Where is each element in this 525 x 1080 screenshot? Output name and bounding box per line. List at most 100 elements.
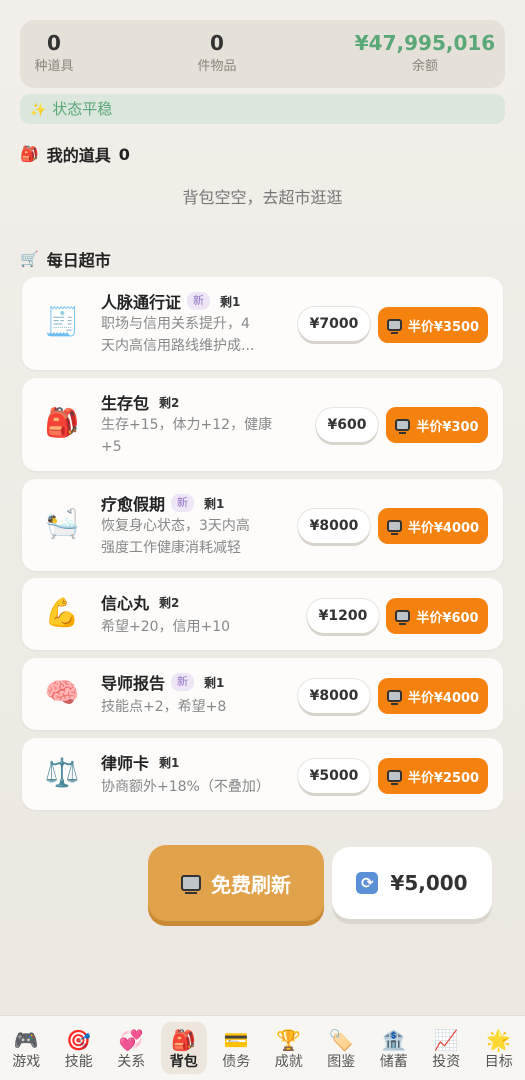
refresh-icon: ⟳ (356, 872, 379, 894)
item-desc-line: 恢复身心状态，3天内高 (101, 518, 250, 534)
tab-trophy[interactable]: 🏆 成就 (263, 1016, 316, 1080)
item-desc-line: 生存+15，体力+12，健康 (101, 417, 273, 433)
half-price-label: 半价¥300 (416, 419, 479, 435)
tab-star[interactable]: 🌟 目标 (473, 1016, 525, 1080)
buy-full-price-button[interactable]: ¥7000 (298, 307, 370, 341)
half-price-label: 半价¥2500 (407, 770, 480, 786)
paid-refresh-button[interactable]: ⟳ ¥5,000 (332, 847, 492, 919)
item-stock: 剩1 (220, 294, 241, 309)
new-badge: 新 (171, 673, 195, 691)
item-desc: 希望+20，信用+10 (101, 616, 230, 638)
tab-label: 投资 (432, 1054, 461, 1070)
stats-panel: 0 种道具 0 件物品 ¥47,995,016 余额 (20, 20, 505, 88)
shop-item-card: 🧾 人脉通行证新剩1 职场与信用关系提升，4 天内高信用路线维护成... ¥7000 半价… (22, 277, 503, 370)
tab-label: 背包 (169, 1054, 198, 1070)
buy-full-price-button[interactable]: ¥600 (316, 408, 378, 442)
half-price-label: 半价¥4000 (407, 520, 480, 536)
backpack-icon: 🎒 (171, 1028, 197, 1052)
tab-chart-up[interactable]: 📈 投资 (420, 1016, 473, 1080)
chart-up-icon: 📈 (433, 1028, 459, 1052)
item-desc-line: 职场与信用关系提升，4 (101, 316, 250, 332)
stat-value: 0 (47, 31, 61, 55)
item-desc: 恢复身心状态，3天内高 强度工作健康消耗减轻 (101, 515, 250, 559)
scales-icon: ⚖️ (44, 756, 80, 789)
hearts-icon: 💞 (118, 1028, 144, 1052)
item-desc: 协商额外+18%（不叠加） (101, 776, 270, 798)
buy-half-price-ad-button[interactable]: 半价¥600 (386, 598, 488, 634)
half-price-label: 半价¥600 (416, 610, 479, 626)
tab-target[interactable]: 🎯 技能 (53, 1016, 106, 1080)
stat-label: 余额 (411, 59, 438, 74)
tv-icon (386, 770, 402, 785)
tab-label: 游戏 (12, 1054, 41, 1070)
tv-icon (386, 690, 402, 705)
price-label: ¥7000 (309, 316, 359, 332)
item-desc-line: 强度工作健康消耗减轻 (101, 540, 241, 556)
item-desc-line: 技能点+2，希望+8 (101, 699, 227, 715)
inventory-empty-text: 背包空空，去超市逛逛 (182, 188, 343, 207)
item-desc-line: +5 (101, 439, 122, 455)
item-name: 信心丸 (101, 594, 150, 613)
free-refresh-button[interactable]: 免费刷新 (148, 845, 324, 921)
item-name: 疗愈假期 (101, 495, 166, 514)
inventory-header: 🎒 我的道具 0 (20, 142, 130, 166)
tab-backpack[interactable]: 🎒 背包 (158, 1016, 211, 1080)
item-stock: 剩1 (204, 496, 225, 511)
tab-gamepad[interactable]: 🎮 游戏 (0, 1016, 53, 1080)
backpack-icon: 🎒 (44, 406, 80, 439)
flexed-biceps-icon: 💪 (44, 596, 80, 629)
tab-hearts[interactable]: 💞 关系 (105, 1016, 158, 1080)
item-desc: 职场与信用关系提升，4 天内高信用路线维护成... (101, 313, 254, 357)
price-label: ¥1200 (318, 608, 368, 624)
item-name-row: 律师卡 剩1 (101, 750, 179, 774)
tab-credit-card[interactable]: 💳 债务 (210, 1016, 263, 1080)
price-label: ¥8000 (309, 518, 359, 534)
tab-label: 成就 (274, 1054, 303, 1070)
buy-half-price-ad-button[interactable]: 半价¥3500 (378, 307, 488, 343)
item-name-row: 疗愈假期新剩1 (101, 491, 224, 515)
star-icon: 🌟 (486, 1028, 512, 1052)
item-stock: 剩2 (159, 595, 180, 610)
tab-label: 债务 (222, 1054, 251, 1070)
stat-item-types: 0 种道具 (32, 30, 76, 78)
shop-item-card: 🎒 生存包 剩2 生存+15，体力+12，健康 +5 ¥600 半价¥300 (22, 378, 503, 471)
price-label: ¥5000 (309, 768, 359, 784)
bank-icon: 🏦 (381, 1028, 407, 1052)
item-desc-line: 希望+20，信用+10 (101, 619, 231, 635)
half-price-label: 半价¥3500 (407, 319, 480, 335)
item-stock: 剩2 (159, 395, 180, 410)
shop-header: 🛒 每日超市 (20, 247, 111, 271)
tv-icon (181, 875, 201, 894)
gamepad-icon: 🎮 (13, 1028, 39, 1052)
target-icon: 🎯 (66, 1028, 92, 1052)
stat-value: 0 (210, 31, 224, 55)
buy-half-price-ad-button[interactable]: 半价¥300 (386, 407, 488, 443)
bottom-tab-bar: 🎮 游戏 🎯 技能 💞 关系 🎒 背包 💳 债务 🏆 成就 🏷️ 图鉴 🏦 储蓄 📈 投资 🌟 目标 (0, 1015, 525, 1080)
stat-item-count: 0 件物品 (192, 30, 242, 78)
buy-full-price-button[interactable]: ¥1200 (307, 599, 379, 633)
new-badge: 新 (187, 292, 211, 310)
buy-full-price-button[interactable]: ¥5000 (298, 759, 370, 793)
buy-half-price-ad-button[interactable]: 半价¥4000 (378, 678, 488, 714)
tab-label: 技能 (64, 1054, 93, 1070)
inventory-count: 0 (118, 144, 130, 164)
tag-icon: 🏷️ (328, 1028, 354, 1052)
price-label: ¥8000 (309, 688, 359, 704)
shop-item-card: ⚖️ 律师卡 剩1 协商额外+18%（不叠加） ¥5000 半价¥2500 (22, 738, 503, 810)
status-text: 状态平稳 (52, 100, 113, 118)
buy-half-price-ad-button[interactable]: 半价¥4000 (378, 508, 488, 544)
item-desc-line: 协商额外+18%（不叠加） (101, 779, 270, 795)
item-desc: 技能点+2，希望+8 (101, 696, 226, 718)
shop-item-card: 💪 信心丸 剩2 希望+20，信用+10 ¥1200 半价¥600 (22, 578, 503, 650)
bathtub-icon: 🛀 (44, 507, 80, 540)
buy-full-price-button[interactable]: ¥8000 (298, 679, 370, 713)
tv-icon (386, 319, 402, 334)
tab-bank[interactable]: 🏦 储蓄 (368, 1016, 421, 1080)
buy-half-price-ad-button[interactable]: 半价¥2500 (378, 758, 488, 794)
tab-tag[interactable]: 🏷️ 图鉴 (315, 1016, 368, 1080)
item-stock: 剩1 (159, 755, 180, 770)
tab-label: 目标 (484, 1054, 513, 1070)
credit-card-icon: 💳 (223, 1028, 249, 1052)
item-name: 律师卡 (101, 754, 150, 773)
buy-full-price-button[interactable]: ¥8000 (298, 509, 370, 543)
